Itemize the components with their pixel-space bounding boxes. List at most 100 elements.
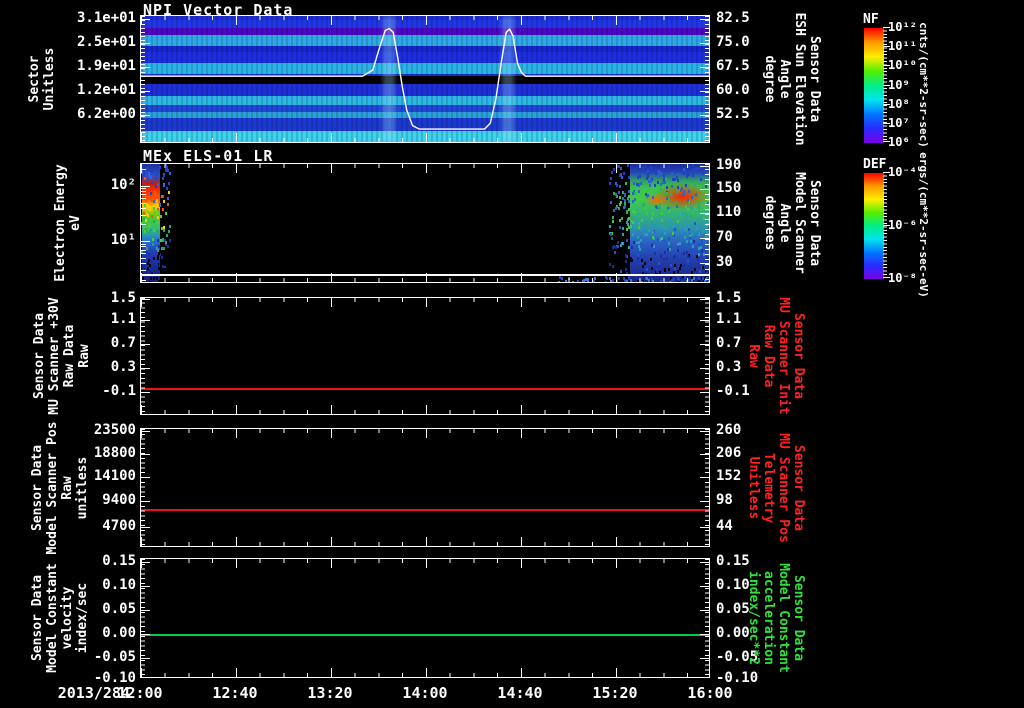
x-major-ticks (141, 298, 709, 307)
noise-speckle (610, 176, 613, 180)
data-line-scanner-pos (141, 508, 709, 511)
noise-speckle (676, 249, 679, 253)
panel-body-scanner-pos (141, 429, 709, 546)
noise-speckle (661, 211, 664, 215)
y-major-tick-right (700, 320, 709, 322)
x-tick-label: 14:00 (402, 684, 448, 702)
noise-speckle (612, 191, 615, 195)
noise-speckle (658, 175, 661, 179)
noise-speckle (646, 193, 649, 197)
noise-speckle (693, 183, 696, 187)
noise-speckle (608, 263, 611, 267)
noise-speckle (611, 237, 614, 241)
noise-speckle (147, 252, 150, 256)
noise-speckle (157, 183, 160, 187)
noise-speckle (615, 181, 618, 185)
colorbar-units: ergs/(cm**2-sr-sec-eV) (917, 152, 930, 298)
noise-speckle (614, 206, 617, 210)
noise-speckle (160, 194, 163, 198)
y-tick-label-right: 67.5 (716, 57, 750, 74)
noise-speckle (650, 267, 653, 271)
noise-speckle (163, 246, 166, 250)
noise-speckle (702, 181, 705, 185)
noise-speckle (634, 226, 637, 230)
noise-speckle (151, 180, 154, 184)
y-tick-label-left: 1.9e+01 (76, 57, 136, 74)
noise-speckle (637, 226, 640, 230)
y-log-minor-tick (141, 253, 146, 255)
noise-speckle (668, 206, 671, 210)
noise-speckle (161, 246, 163, 250)
noise-speckle (636, 256, 639, 260)
y-major-tick-left (141, 527, 150, 529)
noise-speckle (652, 212, 655, 216)
noise-speckle (623, 204, 626, 208)
noise-speckle (676, 219, 679, 223)
y-minor-ticks-right (705, 16, 709, 142)
colorbar-tick-label: 10⁹ (888, 77, 910, 92)
noise-speckle (162, 237, 165, 241)
noise-speckle (155, 172, 158, 176)
y-log-minor-tick (141, 198, 146, 200)
y-log-minor-tick (141, 188, 146, 190)
noise-speckle (153, 190, 156, 194)
noise-speckle (667, 242, 670, 246)
noise-speckle (147, 266, 150, 270)
y-tick-label-right: 52.5 (716, 105, 750, 122)
x-major-ticks (141, 164, 709, 173)
y-minor-ticks-right (705, 164, 709, 282)
sddas-plot-canvas: NPI Vector Data MEx ELS-01 LR 2013/284 3… (0, 0, 1024, 708)
x-major-ticks (141, 273, 709, 282)
noise-speckle (697, 201, 700, 205)
y-major-tick-right (700, 188, 709, 190)
y-log-minor-tick (141, 269, 146, 271)
noise-speckle (622, 232, 625, 236)
noise-speckle (686, 207, 689, 211)
y-log-minor-tick (141, 224, 146, 226)
y-tick-label-right: 150 (716, 179, 742, 196)
noise-speckle (689, 233, 692, 237)
noise-speckle (609, 233, 612, 236)
y-tick-label-left: 14100 (93, 467, 136, 484)
noise-speckle (153, 206, 156, 210)
noise-speckle (643, 217, 646, 221)
noise-speckle (634, 191, 637, 195)
y-major-tick-left (141, 185, 150, 187)
noise-speckle (694, 193, 697, 197)
noise-speckle (657, 237, 660, 241)
y-log-minor-tick (141, 194, 146, 196)
y-tick-label-left: 9400 (102, 491, 136, 508)
y-tick-label-right: 30 (716, 254, 733, 270)
noise-speckle (701, 266, 704, 269)
noise-speckle (684, 183, 687, 187)
y-tick-label-left: 1.1 (110, 311, 136, 328)
noise-speckle (690, 196, 693, 200)
x-major-ticks (141, 537, 709, 546)
y-tick-label-left: -0.05 (93, 649, 136, 665)
noise-speckle (153, 256, 156, 260)
noise-speckle (664, 268, 667, 272)
panel-model-constant (140, 558, 710, 678)
noise-speckle (687, 225, 690, 229)
y-major-tick-right (700, 263, 709, 264)
panel-els (140, 163, 710, 283)
noise-speckle (619, 185, 622, 189)
noise-speckle (620, 241, 623, 245)
noise-speckle (168, 191, 171, 195)
noise-speckle (697, 232, 700, 236)
noise-speckle (153, 220, 156, 224)
noise-speckle (663, 251, 666, 255)
noise-speckle (688, 190, 691, 194)
noise-speckle (162, 228, 165, 232)
noise-speckle (626, 267, 629, 271)
noise-speckle (649, 179, 652, 183)
noise-speckle (639, 222, 642, 226)
x-tick-label: 16:00 (687, 684, 733, 702)
noise-speckle (701, 249, 704, 253)
noise-speckle (627, 225, 630, 229)
y-minor-ticks-right (705, 298, 709, 414)
y-log-minor-tick (141, 279, 146, 281)
noise-speckle (688, 173, 691, 177)
y-major-tick-right (700, 658, 709, 659)
noise-speckle (164, 263, 167, 267)
